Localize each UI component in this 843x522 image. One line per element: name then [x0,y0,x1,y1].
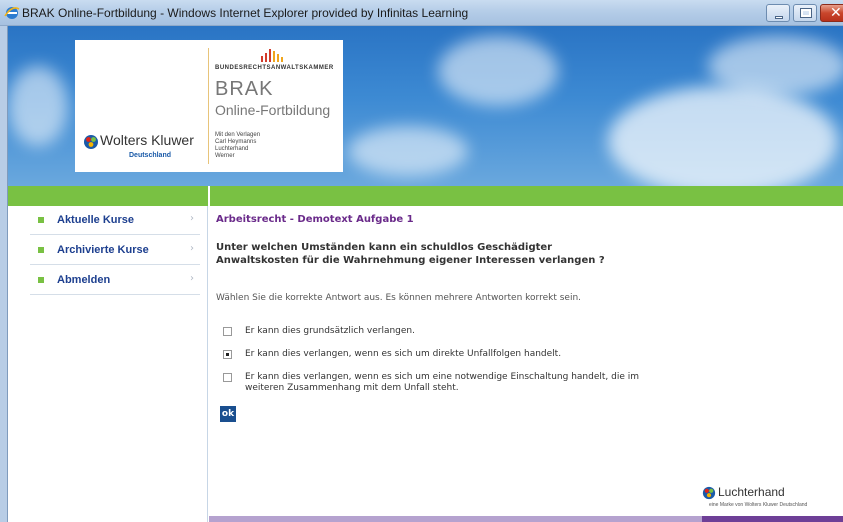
ok-button[interactable]: ok [220,406,236,422]
sidebar-item-label: Aktuelle Kurse [57,214,135,226]
chevron-right-icon: › [190,213,194,224]
chamber-name: BUNDESRECHTSANWALTSKAMMER [215,65,334,71]
close-icon: ✕ [830,5,842,21]
cloud-decoration [708,36,843,96]
bullet-icon [38,217,44,223]
sidebar-item-archived-courses[interactable]: Archivierte Kurse › [30,236,200,265]
green-bar-divider [208,186,210,206]
answer-text: Er kann dies verlangen, wenn es sich um … [245,372,640,393]
question-text: Unter welchen Umständen kann ein schuldl… [216,242,605,266]
cloud-decoration [348,126,468,176]
brak-title: BRAK [215,78,274,100]
instruction-text: Wählen Sie die korrekte Antwort aus. Es … [216,293,582,303]
wolters-kluwer-name: Wolters Kluwer [100,132,194,148]
luchterhand-brand: Luchterhand [718,485,785,499]
wolters-kluwer-logo-icon [84,135,98,149]
publisher-line: Mit den Verlagen [215,132,261,138]
answer-option: Er kann dies verlangen, wenn es sich um … [223,349,683,363]
green-nav-bar [8,186,843,206]
answer-text: Er kann dies grundsätzlich verlangen. [245,326,415,336]
wolters-kluwer-subtitle: Deutschland [129,152,172,159]
window-frame-left [0,26,8,522]
sidebar-item-logout[interactable]: Abmelden › [30,266,200,295]
window-titlebar[interactable]: BRAK Online-Fortbildung - Windows Intern… [0,0,843,26]
luchterhand-tagline: eine Marke von Wolters Kluwer Deutschlan… [709,502,808,508]
answer-checkbox[interactable] [223,373,232,382]
bullet-icon [38,277,44,283]
sidebar-item-label: Abmelden [57,274,111,286]
cloud-decoration [608,86,838,186]
course-title: Arbeitsrecht - Demotext Aufgabe 1 [216,214,414,225]
window-title: BRAK Online-Fortbildung - Windows Intern… [22,6,469,20]
publisher-line: Werner [215,153,235,159]
footer-bar [209,516,702,522]
logo-panel: Wolters Kluwer Deutschland BUNDESRECHTSA… [75,40,343,172]
footer-bar-accent [702,516,843,522]
bullet-icon [38,247,44,253]
minimize-icon [775,16,783,19]
brak-subtitle: Online-Fortbildung [215,102,331,118]
cloud-decoration [8,66,68,146]
sidebar: Aktuelle Kurse › Archivierte Kurse › Abm… [8,206,208,522]
sidebar-item-label: Archivierte Kurse [57,244,149,256]
answer-text: Er kann dies verlangen, wenn es sich um … [245,349,562,359]
minimize-button[interactable] [766,4,790,22]
publisher-line: Carl Heymanns [215,139,257,145]
publisher-line: Luchterhand [215,146,249,152]
close-button[interactable]: ✕ [820,4,843,22]
luchterhand-logo-icon [702,486,716,500]
answer-checkbox[interactable] [223,350,232,359]
maximize-button[interactable] [793,4,817,22]
chevron-right-icon: › [190,273,194,284]
answer-option: Er kann dies verlangen, wenn es sich um … [223,372,683,398]
main-content: Arbeitsrecht - Demotext Aufgabe 1 Unter … [209,206,843,516]
internet-explorer-icon [4,7,20,19]
header-banner: Wolters Kluwer Deutschland BUNDESRECHTSA… [8,26,843,186]
chevron-right-icon: › [190,243,194,254]
cloud-decoration [438,36,558,106]
brak-logo-icon [261,49,283,62]
answer-option: Er kann dies grundsätzlich verlangen. [223,326,683,340]
maximize-icon [800,8,812,18]
answer-checkbox[interactable] [223,327,232,336]
logo-divider [208,48,209,164]
sidebar-item-current-courses[interactable]: Aktuelle Kurse › [30,206,200,235]
